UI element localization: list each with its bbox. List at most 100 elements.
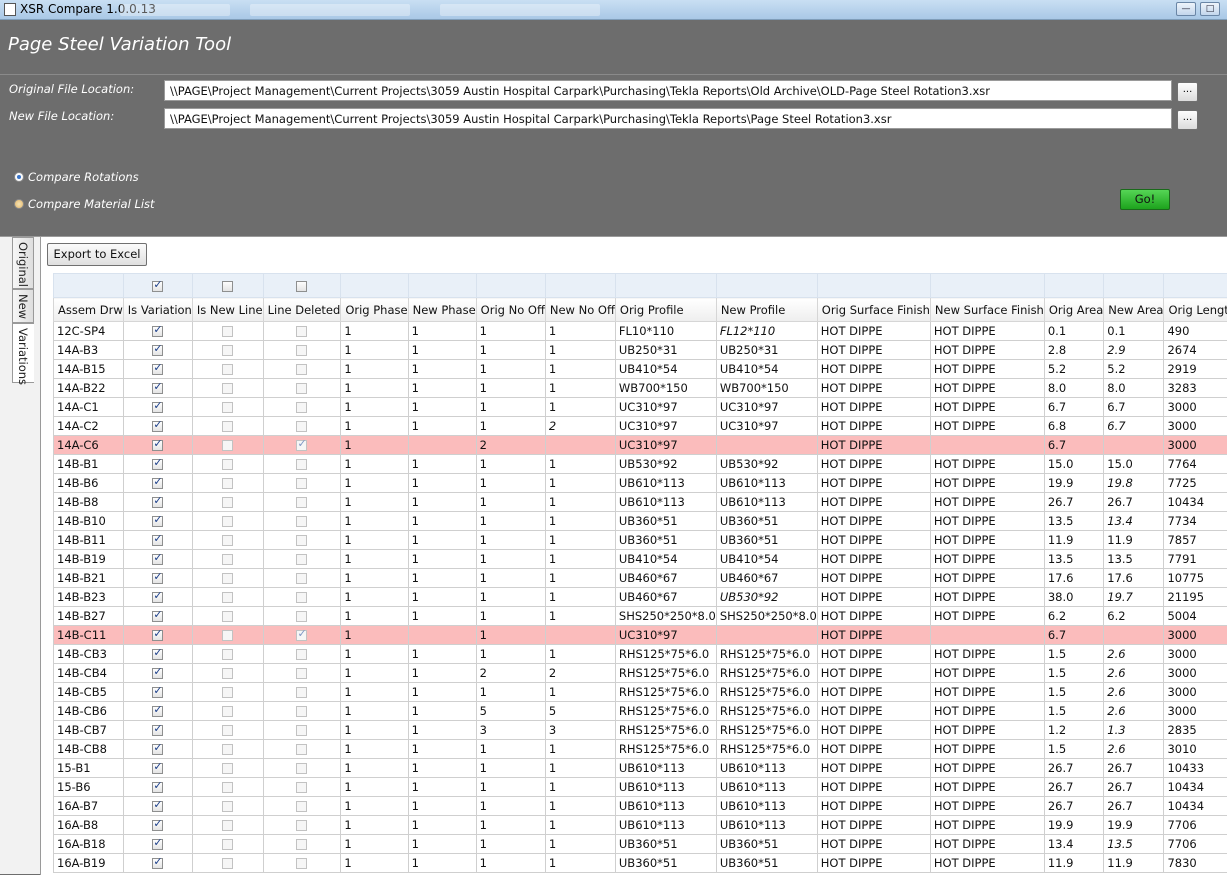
checkbox-icon[interactable] (152, 497, 163, 508)
checkbox-icon[interactable] (222, 535, 233, 546)
grid-cell[interactable]: 1 (408, 664, 476, 683)
grid-cell[interactable]: 1 (408, 474, 476, 493)
grid-cell[interactable]: 26.7 (1044, 778, 1103, 797)
is-variation-cell[interactable] (123, 455, 192, 474)
is-variation-cell[interactable] (123, 721, 192, 740)
grid-cell[interactable]: 13.5 (1044, 512, 1103, 531)
grid-cell[interactable]: HOT DIPPE (930, 474, 1044, 493)
is-variation-cell[interactable] (123, 778, 192, 797)
line-deleted-cell[interactable] (263, 322, 341, 341)
assem-drw-cell[interactable]: 14B-B19 (54, 550, 124, 569)
assem-drw-cell[interactable]: 12C-SP4 (54, 322, 124, 341)
grid-cell[interactable]: WB700*150 (716, 379, 817, 398)
checkbox-icon[interactable] (296, 763, 307, 774)
grid-cell[interactable]: HOT DIPPE (817, 512, 930, 531)
grid-cell[interactable]: 1 (545, 474, 615, 493)
grid-cell[interactable]: 1 (476, 626, 545, 645)
grid-cell[interactable]: RHS125*75*6.0 (615, 645, 716, 664)
grid-cell[interactable]: 3000 (1164, 702, 1227, 721)
checkbox-icon[interactable] (296, 345, 307, 356)
grid-cell[interactable]: 1 (545, 778, 615, 797)
grid-cell[interactable]: 1 (341, 436, 408, 455)
grid-cell[interactable]: 21195 (1164, 588, 1227, 607)
grid-cell[interactable]: 26.7 (1044, 759, 1103, 778)
tab-variations[interactable]: Variations (12, 323, 34, 383)
assem-drw-cell[interactable]: 14B-B8 (54, 493, 124, 512)
checkbox-icon[interactable] (222, 516, 233, 527)
grid-cell[interactable]: HOT DIPPE (930, 588, 1044, 607)
grid-cell[interactable]: HOT DIPPE (817, 493, 930, 512)
grid-cell[interactable]: HOT DIPPE (930, 645, 1044, 664)
checkbox-icon[interactable] (152, 554, 163, 565)
grid-cell[interactable]: 2674 (1164, 341, 1227, 360)
table-row[interactable]: 16A-B81111UB610*113UB610*113HOT DIPPEHOT… (54, 816, 1227, 835)
grid-cell[interactable]: 1 (341, 398, 408, 417)
is-new-line-cell[interactable] (192, 683, 263, 702)
grid-cell[interactable]: 3 (476, 721, 545, 740)
is-new-line-cell[interactable] (192, 360, 263, 379)
line-deleted-cell[interactable] (263, 607, 341, 626)
grid-cell[interactable]: WB700*150 (615, 379, 716, 398)
checkbox-icon[interactable] (222, 858, 233, 869)
grid-cell[interactable]: 1 (476, 645, 545, 664)
grid-cell[interactable]: 1 (408, 398, 476, 417)
grid-cell[interactable]: RHS125*75*6.0 (716, 740, 817, 759)
column-header[interactable]: New Area (1104, 298, 1164, 322)
is-new-line-cell[interactable] (192, 588, 263, 607)
assem-drw-cell[interactable]: 14A-C1 (54, 398, 124, 417)
filter-line-deleted[interactable] (263, 274, 341, 298)
grid-cell[interactable]: 1 (476, 322, 545, 341)
table-row[interactable]: 16A-B71111UB610*113UB610*113HOT DIPPEHOT… (54, 797, 1227, 816)
grid-cell[interactable]: 5004 (1164, 607, 1227, 626)
grid-cell[interactable]: FL10*110 (615, 322, 716, 341)
grid-cell[interactable]: 26.7 (1104, 778, 1164, 797)
grid-cell[interactable]: HOT DIPPE (930, 550, 1044, 569)
grid-cell[interactable]: 1 (341, 512, 408, 531)
checkbox-icon[interactable] (296, 554, 307, 565)
assem-drw-cell[interactable]: 14A-B3 (54, 341, 124, 360)
is-new-line-cell[interactable] (192, 645, 263, 664)
grid-cell[interactable]: 1 (545, 835, 615, 854)
is-variation-cell[interactable] (123, 493, 192, 512)
compare-material-list-radio[interactable]: Compare Material List (14, 197, 155, 211)
is-variation-cell[interactable] (123, 474, 192, 493)
grid-cell[interactable]: 1 (476, 778, 545, 797)
maximize-icon[interactable]: □ (1200, 2, 1220, 16)
grid-cell[interactable]: UC310*97 (615, 436, 716, 455)
table-row[interactable]: 14B-B101111UB360*51UB360*51HOT DIPPEHOT … (54, 512, 1227, 531)
grid-cell[interactable]: HOT DIPPE (930, 607, 1044, 626)
grid-cell[interactable]: 1 (408, 607, 476, 626)
grid-cell[interactable]: 13.4 (1044, 835, 1103, 854)
line-deleted-cell[interactable] (263, 740, 341, 759)
grid-cell[interactable]: 10775 (1164, 569, 1227, 588)
grid-cell[interactable]: HOT DIPPE (930, 569, 1044, 588)
line-deleted-cell[interactable] (263, 398, 341, 417)
is-variation-cell[interactable] (123, 683, 192, 702)
column-header[interactable]: Orig Phase (341, 298, 408, 322)
grid-cell[interactable]: 1 (476, 740, 545, 759)
line-deleted-cell[interactable] (263, 360, 341, 379)
line-deleted-cell[interactable] (263, 721, 341, 740)
grid-cell[interactable]: HOT DIPPE (930, 740, 1044, 759)
grid-cell[interactable]: 13.5 (1044, 550, 1103, 569)
table-row[interactable]: 14B-B81111UB610*113UB610*113HOT DIPPEHOT… (54, 493, 1227, 512)
table-row[interactable]: 14B-C1111UC310*97HOT DIPPE6.73000 (54, 626, 1227, 645)
grid-cell[interactable]: RHS125*75*6.0 (615, 721, 716, 740)
grid-cell[interactable]: 1 (408, 778, 476, 797)
browse-new-button[interactable]: ... (1177, 110, 1198, 130)
checkbox-icon[interactable] (296, 573, 307, 584)
table-row[interactable]: 16A-B191111UB360*51UB360*51HOT DIPPEHOT … (54, 854, 1227, 873)
grid-cell[interactable]: UB460*67 (716, 569, 817, 588)
grid-cell[interactable]: 1 (341, 341, 408, 360)
table-row[interactable]: 14B-CB41122RHS125*75*6.0RHS125*75*6.0HOT… (54, 664, 1227, 683)
is-variation-cell[interactable] (123, 417, 192, 436)
is-new-line-cell[interactable] (192, 759, 263, 778)
grid-cell[interactable]: RHS125*75*6.0 (615, 683, 716, 702)
is-variation-cell[interactable] (123, 531, 192, 550)
checkbox-icon[interactable] (152, 421, 163, 432)
is-new-line-cell[interactable] (192, 854, 263, 873)
grid-cell[interactable]: 17.6 (1044, 569, 1103, 588)
grid-cell[interactable]: RHS125*75*6.0 (615, 664, 716, 683)
grid-cell[interactable]: HOT DIPPE (930, 721, 1044, 740)
grid-cell[interactable]: 1 (476, 455, 545, 474)
